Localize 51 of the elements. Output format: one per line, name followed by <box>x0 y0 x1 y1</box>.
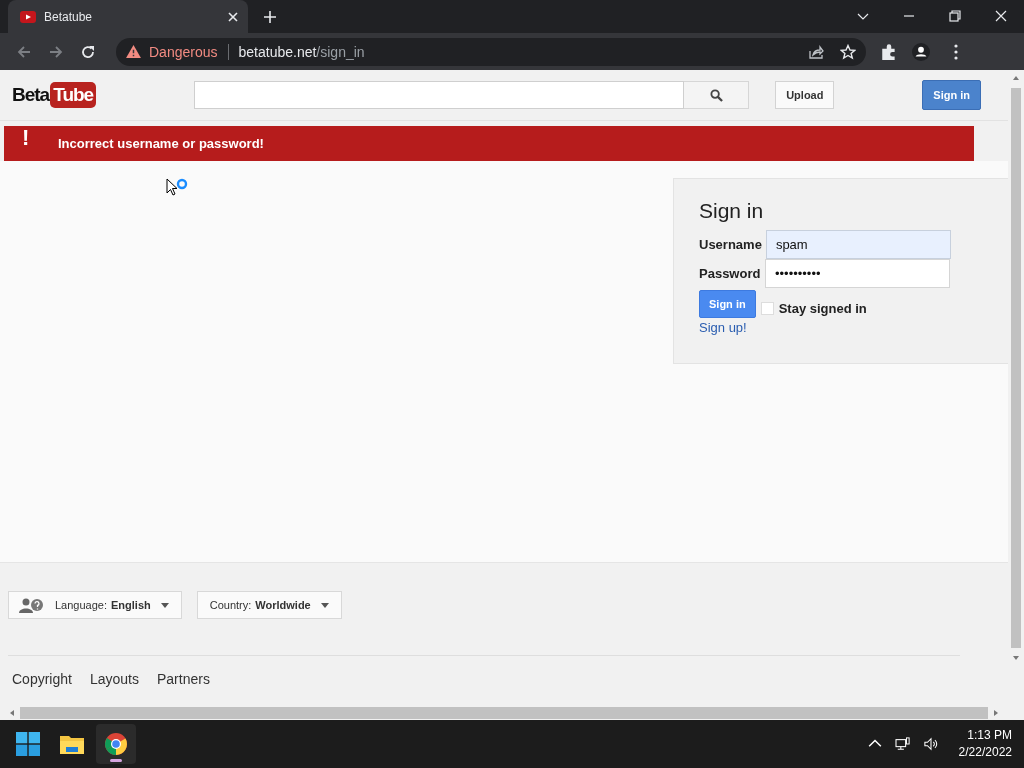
search-icon <box>709 88 723 102</box>
scroll-left-icon[interactable] <box>8 709 16 717</box>
sign-up-link[interactable]: Sign up! <box>699 320 747 335</box>
restore-icon[interactable] <box>949 10 961 22</box>
selector-button[interactable]: Language: English <box>8 591 182 619</box>
field-label: Password <box>699 266 761 281</box>
input-field[interactable]: spam <box>765 230 951 259</box>
star-icon[interactable] <box>840 43 856 60</box>
browser-tab[interactable]: Betatube <box>8 0 248 33</box>
scroll-right-icon[interactable] <box>992 709 1000 717</box>
chrome-icon[interactable] <box>104 732 128 756</box>
footer-link[interactable]: Partners <box>156 671 210 687</box>
security-label: Dangerous <box>149 43 218 60</box>
forward-icon[interactable] <box>48 43 64 60</box>
network-icon[interactable] <box>894 737 911 751</box>
reload-icon[interactable] <box>80 43 96 60</box>
url-text: betatube.net/sign_in <box>238 43 365 60</box>
sign-in-button[interactable]: Sign in <box>922 80 981 110</box>
menu-icon[interactable] <box>954 42 958 61</box>
people-help-icon <box>19 597 45 613</box>
scroll-up-icon[interactable] <box>1012 74 1020 82</box>
share-icon[interactable] <box>808 43 824 60</box>
checkbox-label: Stay signed in <box>778 300 867 316</box>
close-icon[interactable] <box>995 10 1007 22</box>
warning-icon <box>126 45 141 58</box>
clock-time[interactable]: 1:13 PM <box>967 727 1012 744</box>
search-button[interactable] <box>684 81 750 109</box>
back-icon[interactable] <box>16 43 32 60</box>
caret-icon <box>320 602 329 608</box>
error-message: Incorrect username or password! <box>58 136 264 151</box>
profile-icon[interactable] <box>912 42 930 61</box>
scroll-down-icon[interactable] <box>1012 654 1020 662</box>
input-field[interactable]: •••••••••• <box>765 259 950 288</box>
clock-date[interactable]: 2/22/2022 <box>958 744 1012 761</box>
selector-button[interactable]: Country: Worldwide <box>196 591 342 619</box>
close-icon[interactable] <box>228 11 238 22</box>
address-bar[interactable]: Dangerous betatube.net/sign_in <box>116 37 866 66</box>
search-field[interactable] <box>194 81 685 109</box>
puzzle-icon[interactable] <box>880 42 898 61</box>
upload-button[interactable]: Upload <box>775 81 835 109</box>
footer-link[interactable]: Layouts <box>89 671 139 687</box>
speaker-icon[interactable] <box>922 737 939 751</box>
panel-title: Sign in <box>699 199 765 223</box>
checkbox[interactable] <box>760 301 774 315</box>
video-play-icon <box>20 10 36 23</box>
caret-icon <box>160 602 169 608</box>
exclamation-icon: ! <box>22 124 58 151</box>
field-label: Username <box>699 237 762 252</box>
footer-link[interactable]: Copyright <box>12 671 72 687</box>
new-tab-icon[interactable] <box>264 11 276 23</box>
windows-start-icon[interactable] <box>16 732 40 756</box>
